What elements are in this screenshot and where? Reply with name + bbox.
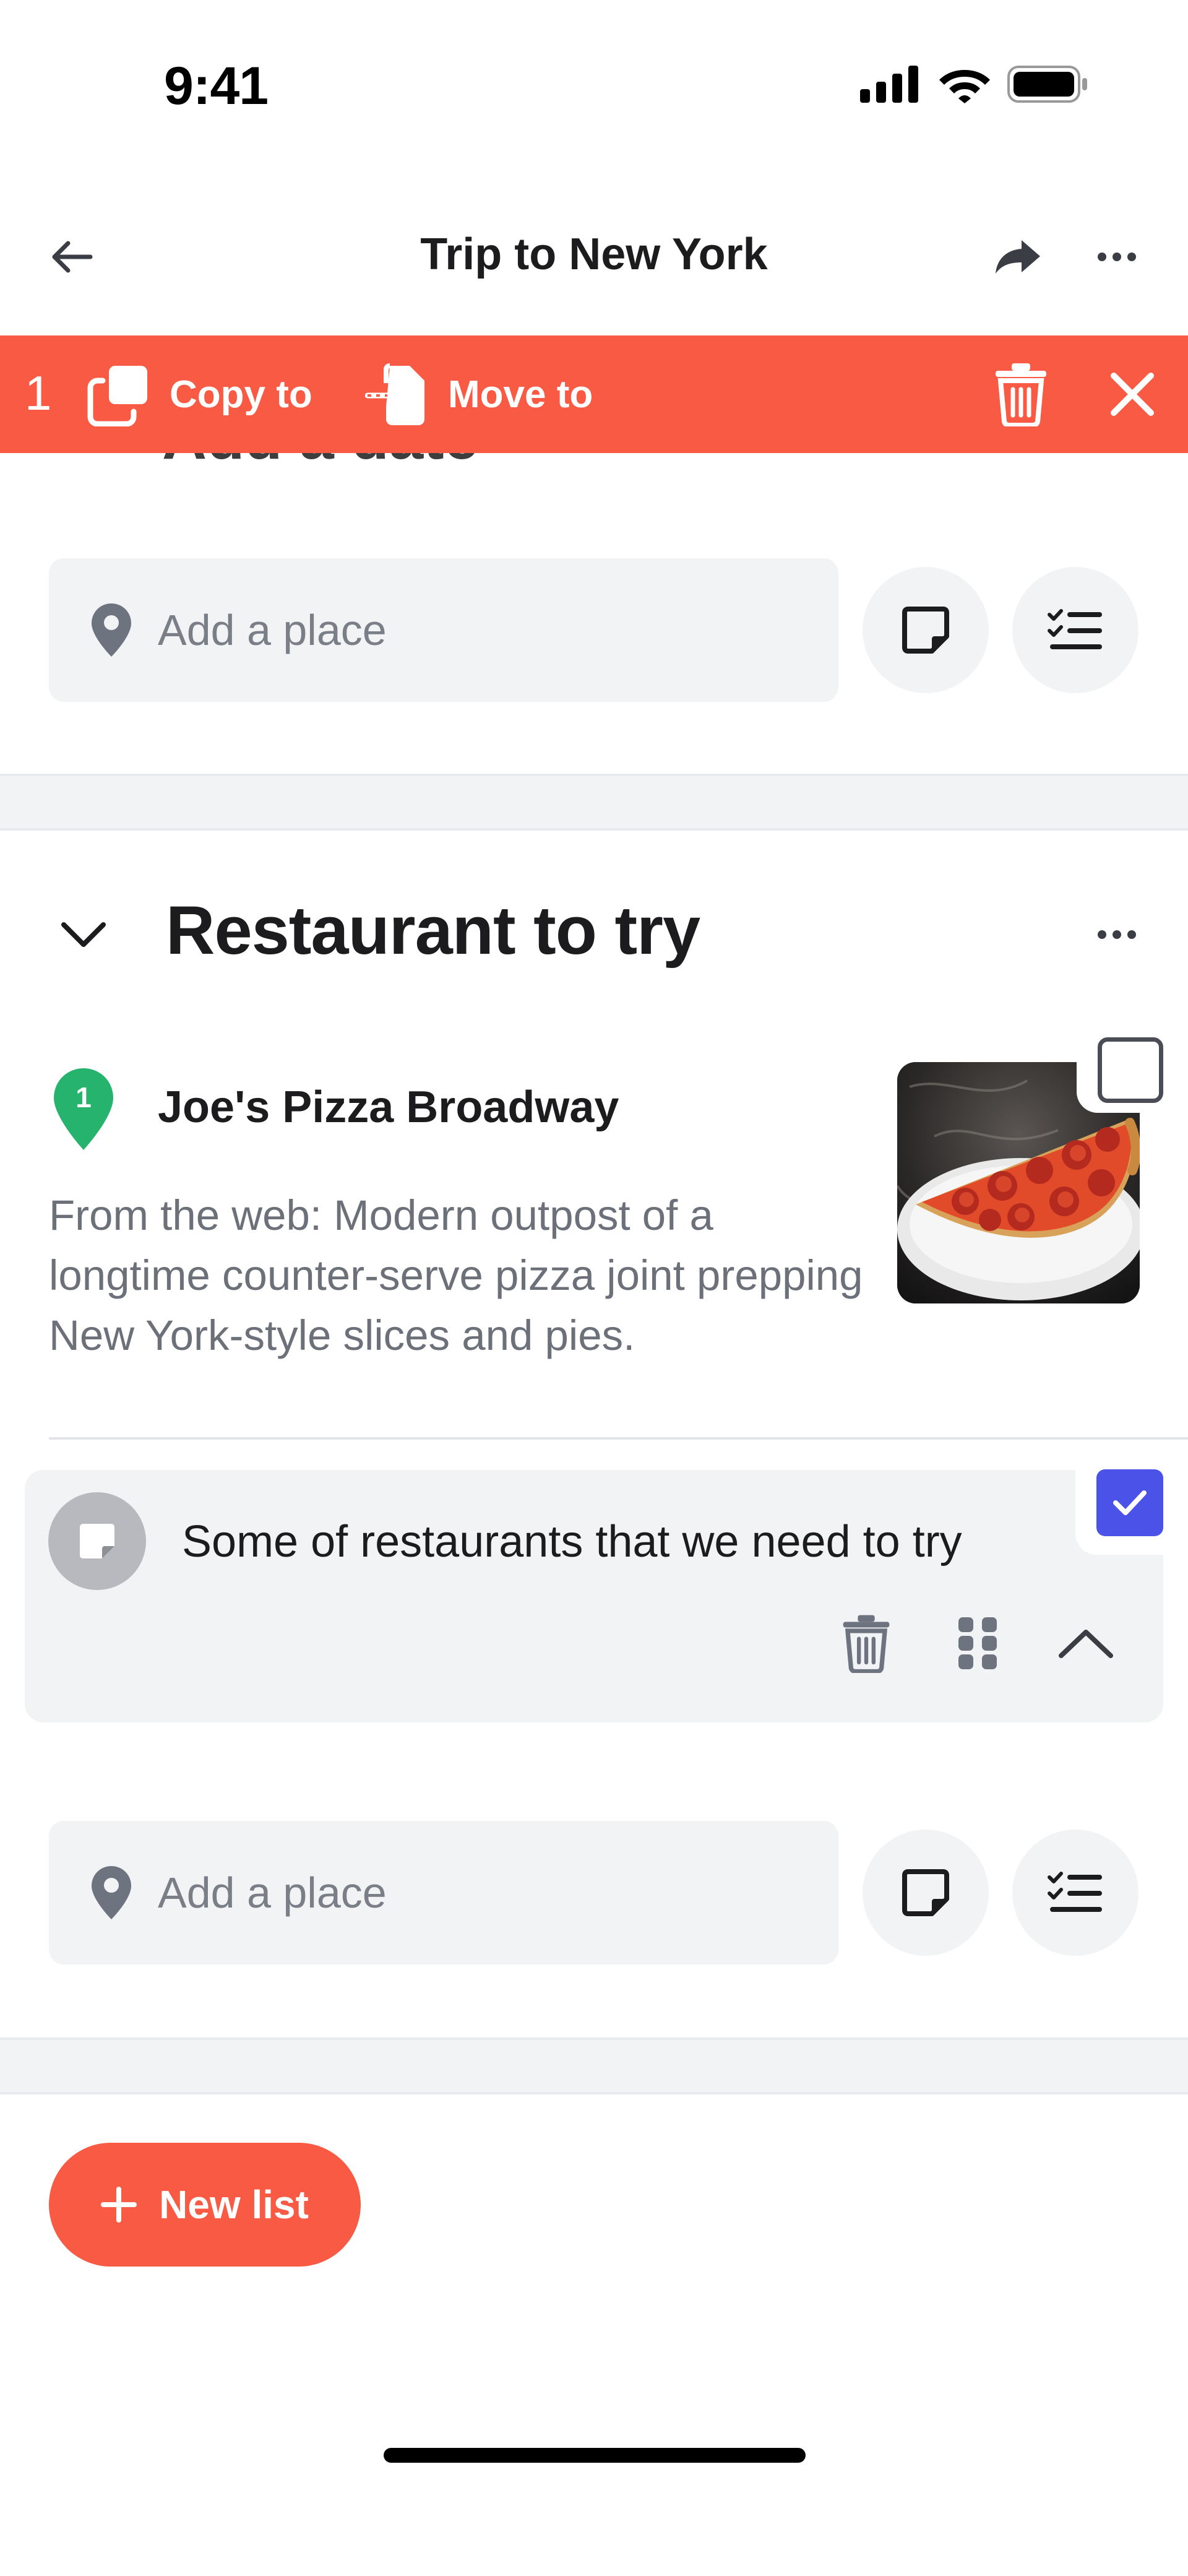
collapse-note-button[interactable]: [1052, 1615, 1120, 1671]
section-title: Restaurant to try: [166, 893, 700, 969]
collapse-section-button[interactable]: [53, 910, 114, 959]
share-button[interactable]: [990, 229, 1046, 285]
checkmark-icon: [1113, 1490, 1147, 1515]
item-separator: [49, 1437, 1188, 1440]
more-icon: [1098, 253, 1136, 261]
new-list-button[interactable]: New list: [49, 2143, 361, 2267]
add-place-placeholder: Add a place: [158, 1869, 387, 1917]
status-icons: [860, 65, 1089, 103]
delete-selected-button[interactable]: [987, 360, 1055, 428]
drag-handle-icon: [958, 1617, 997, 1669]
note-icon: [902, 1869, 949, 1916]
location-pin-icon: [92, 603, 131, 657]
location-pin-icon: [92, 1866, 131, 1919]
section-more-button[interactable]: [1089, 910, 1145, 959]
more-icon: [1098, 930, 1136, 939]
note-text: Some of restaurants that we need to try: [182, 1517, 962, 1567]
copy-to-label: Copy to: [170, 373, 312, 416]
chevron-up-icon: [1059, 1630, 1113, 1658]
checkbox-box: [1098, 1037, 1163, 1103]
note-select-checkbox[interactable]: [1075, 1462, 1163, 1555]
trash-icon: [996, 363, 1046, 426]
place-name[interactable]: Joe's Pizza Broadway: [158, 1082, 619, 1133]
note-avatar: [48, 1492, 146, 1590]
more-button[interactable]: [1089, 229, 1145, 285]
close-selection-button[interactable]: [1101, 363, 1163, 425]
cellular-signal-icon: [860, 66, 918, 103]
add-place-input[interactable]: Add a place: [49, 558, 838, 702]
delete-note-button[interactable]: [835, 1609, 897, 1677]
selection-toolbar: 1 Copy to Move to: [0, 335, 1188, 453]
note-icon: [902, 607, 949, 654]
close-icon: [1111, 373, 1154, 416]
chevron-down-icon: [61, 922, 106, 947]
share-icon: [996, 240, 1040, 274]
plus-icon: [101, 2187, 137, 2223]
battery-icon: [1007, 66, 1087, 103]
new-list-label: New list: [159, 2182, 309, 2227]
section-divider: [0, 774, 1188, 831]
add-note-button[interactable]: [863, 567, 989, 693]
selected-count: 1: [25, 366, 52, 420]
wifi-icon: [939, 70, 990, 103]
checkbox-checked: [1096, 1469, 1163, 1536]
section-divider: [0, 2038, 1188, 2094]
trash-icon: [843, 1615, 890, 1673]
move-icon: [365, 363, 424, 425]
move-to-button[interactable]: Move to: [365, 360, 593, 428]
note-card[interactable]: [25, 1470, 1163, 1722]
checklist-icon: [1048, 609, 1102, 649]
place-description: From the web: Modern outpost of a longti…: [49, 1191, 863, 1359]
checklist-icon: [1048, 1872, 1102, 1912]
copy-to-button[interactable]: Copy to: [87, 360, 312, 428]
add-place-placeholder: Add a place: [158, 606, 387, 654]
home-indicator: [384, 2448, 806, 2463]
status-time: 9:41: [164, 56, 269, 116]
move-to-label: Move to: [448, 373, 593, 416]
place-number: 1: [75, 1081, 92, 1113]
note-icon: [80, 1524, 114, 1558]
add-checklist-button[interactable]: [1012, 567, 1138, 693]
place-number-pin: 1: [51, 1066, 116, 1152]
place-select-checkbox[interactable]: [1077, 1026, 1163, 1113]
add-checklist-button[interactable]: [1012, 1830, 1138, 1956]
add-place-input[interactable]: Add a place: [49, 1821, 838, 1964]
copy-icon: [87, 366, 147, 426]
add-note-button[interactable]: [863, 1830, 989, 1956]
drag-handle[interactable]: [947, 1609, 1009, 1677]
